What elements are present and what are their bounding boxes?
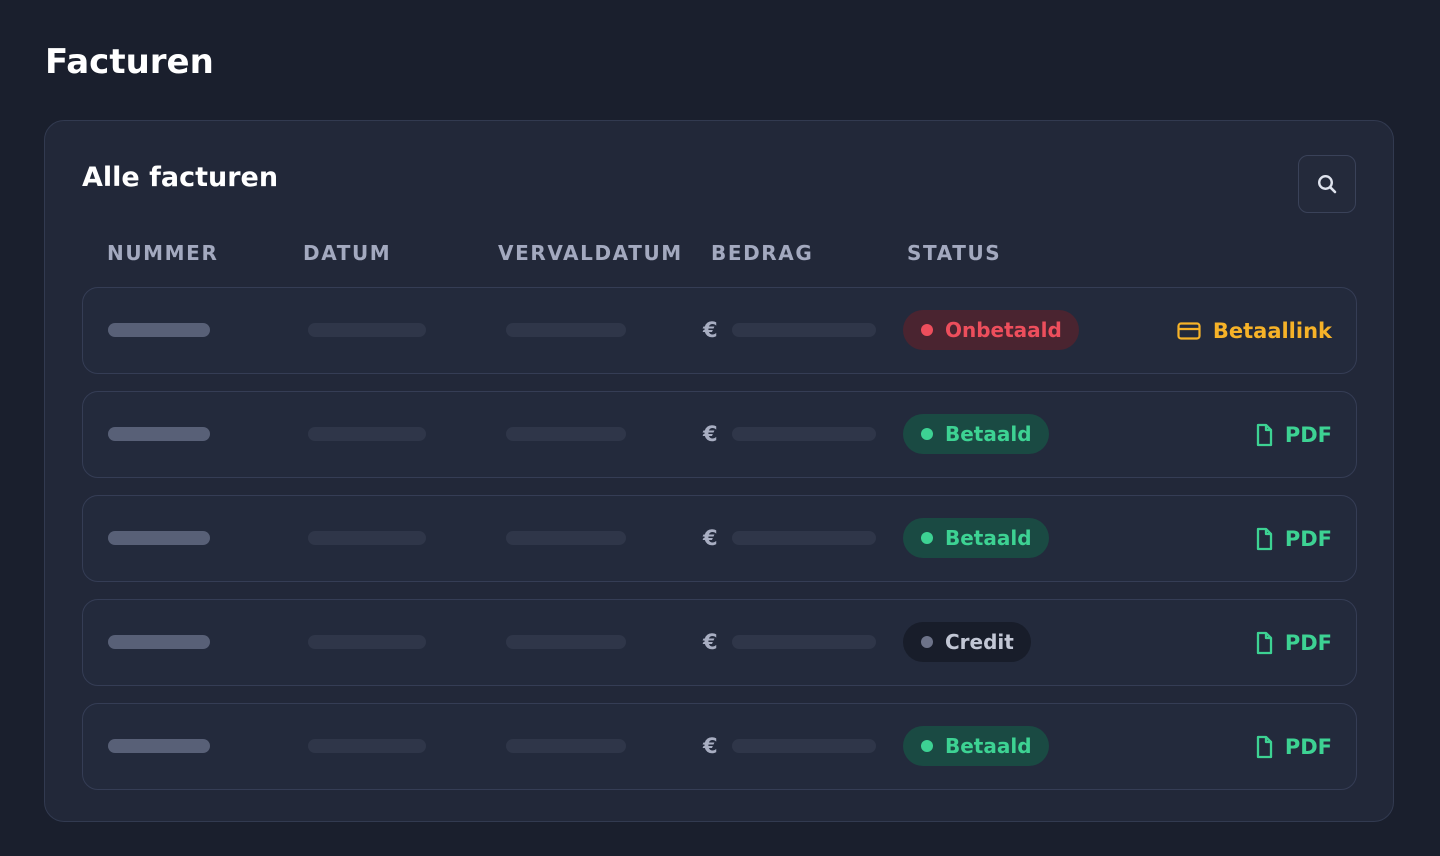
status-dot (921, 532, 933, 544)
action-label: PDF (1284, 423, 1332, 447)
invoice-due-date-placeholder (506, 427, 626, 441)
pdf-download-button[interactable]: PDF (1255, 522, 1332, 556)
document-icon (1255, 527, 1273, 551)
status-badge: Betaald (903, 726, 1049, 766)
invoice-amount-placeholder (732, 739, 876, 753)
page-title: Facturen (45, 42, 214, 82)
invoice-amount-placeholder (732, 323, 876, 337)
search-icon (1317, 174, 1337, 194)
search-button[interactable] (1298, 155, 1356, 213)
pdf-download-button[interactable]: PDF (1255, 418, 1332, 452)
invoice-amount-placeholder (732, 635, 876, 649)
action-label: PDF (1284, 735, 1332, 759)
table-row[interactable]: € Betaald PDF (82, 495, 1357, 582)
invoice-due-date-placeholder (506, 635, 626, 649)
status-label: Betaald (945, 422, 1032, 446)
card-title: Alle facturen (82, 162, 279, 193)
pdf-download-button[interactable]: PDF (1255, 730, 1332, 764)
currency-symbol: € (703, 422, 718, 446)
invoices-card: Alle facturen NUMMER DATUM VERVALDATUM B… (44, 120, 1394, 822)
status-label: Onbetaald (945, 318, 1062, 342)
status-dot (921, 740, 933, 752)
status-dot (921, 428, 933, 440)
document-icon (1255, 423, 1273, 447)
invoice-amount-placeholder (732, 531, 876, 545)
action-label: PDF (1284, 527, 1332, 551)
invoice-due-date-placeholder (506, 739, 626, 753)
status-label: Credit (945, 630, 1014, 654)
invoice-date-placeholder (308, 427, 426, 441)
column-header-status: STATUS (907, 241, 1002, 265)
invoice-date-placeholder (308, 739, 426, 753)
credit-card-icon (1177, 321, 1201, 341)
column-header-vervaldatum: VERVALDATUM (498, 241, 683, 265)
status-badge: Onbetaald (903, 310, 1079, 350)
invoice-date-placeholder (308, 635, 426, 649)
invoice-number-placeholder (108, 323, 210, 337)
invoice-number-placeholder (108, 635, 210, 649)
currency-symbol: € (703, 630, 718, 654)
invoice-number-placeholder (108, 427, 210, 441)
paylink-button[interactable]: Betaallink (1177, 314, 1332, 348)
document-icon (1255, 631, 1273, 655)
table-row[interactable]: € Credit PDF (82, 599, 1357, 686)
invoice-number-placeholder (108, 739, 210, 753)
action-label: Betaallink (1212, 319, 1332, 343)
invoice-date-placeholder (308, 531, 426, 545)
column-header-bedrag: BEDRAG (711, 241, 814, 265)
action-label: PDF (1284, 631, 1332, 655)
document-icon (1255, 735, 1273, 759)
invoice-amount-placeholder (732, 427, 876, 441)
status-label: Betaald (945, 734, 1032, 758)
status-label: Betaald (945, 526, 1032, 550)
status-dot (921, 636, 933, 648)
status-dot (921, 324, 933, 336)
table-header: NUMMER DATUM VERVALDATUM BEDRAG STATUS (45, 239, 1393, 267)
column-header-nummer: NUMMER (107, 241, 219, 265)
table-row[interactable]: € Betaald PDF (82, 703, 1357, 790)
table-row[interactable]: € Onbetaald Betaallink (82, 287, 1357, 374)
invoice-date-placeholder (308, 323, 426, 337)
status-badge: Credit (903, 622, 1031, 662)
invoice-due-date-placeholder (506, 531, 626, 545)
invoice-number-placeholder (108, 531, 210, 545)
pdf-download-button[interactable]: PDF (1255, 626, 1332, 660)
status-badge: Betaald (903, 518, 1049, 558)
currency-symbol: € (703, 526, 718, 550)
table-row[interactable]: € Betaald PDF (82, 391, 1357, 478)
currency-symbol: € (703, 318, 718, 342)
invoice-due-date-placeholder (506, 323, 626, 337)
column-header-datum: DATUM (303, 241, 392, 265)
status-badge: Betaald (903, 414, 1049, 454)
currency-symbol: € (703, 734, 718, 758)
